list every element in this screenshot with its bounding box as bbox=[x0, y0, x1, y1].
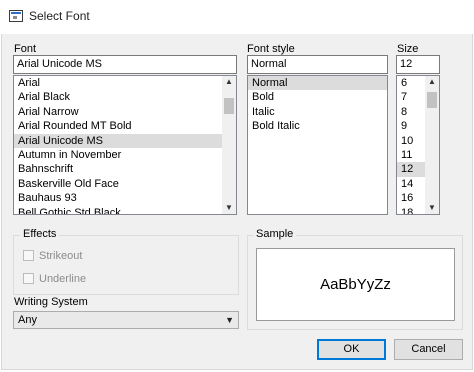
font-list-item[interactable]: Autumn in November bbox=[14, 148, 222, 162]
cancel-button[interactable]: Cancel bbox=[394, 339, 463, 360]
font-style-list[interactable]: Normal Bold Italic Bold Italic bbox=[247, 75, 388, 215]
size-list-item[interactable]: 14 bbox=[397, 177, 425, 191]
font-list-item[interactable]: Bauhaus 93 bbox=[14, 191, 222, 205]
writing-system-select[interactable]: Any ▼ bbox=[13, 311, 239, 329]
font-style-list-item[interactable]: Normal bbox=[248, 76, 387, 91]
font-list-item[interactable]: Bahnschrift bbox=[14, 162, 222, 176]
size-label: Size bbox=[397, 43, 419, 55]
strikeout-checkbox[interactable]: Strikeout bbox=[23, 249, 113, 263]
font-style-list-item[interactable]: Italic bbox=[248, 105, 387, 119]
font-style-label: Font style bbox=[247, 43, 295, 55]
scroll-up-arrow-icon[interactable]: ▲ bbox=[222, 76, 236, 88]
ok-button[interactable]: OK bbox=[317, 339, 386, 360]
size-list-item[interactable]: 7 bbox=[397, 90, 425, 104]
font-label: Font bbox=[14, 43, 37, 55]
size-list-item[interactable]: 6 bbox=[397, 76, 425, 90]
font-list-scrollbar[interactable]: ▲ ▼ bbox=[222, 76, 236, 214]
scroll-up-arrow-icon[interactable]: ▲ bbox=[425, 76, 439, 88]
underline-checkbox-box[interactable] bbox=[23, 273, 34, 284]
font-list[interactable]: Arial Arial Black Arial Narrow Arial Rounde… bbox=[13, 75, 237, 215]
underline-label: Underline bbox=[39, 273, 87, 285]
size-list-item[interactable]: 12 bbox=[397, 162, 425, 177]
size-list[interactable]: 6 7 8 9 10 11 12 14 16 18 ▲ ▼ bbox=[396, 75, 440, 215]
font-name-input[interactable]: Arial Unicode MS bbox=[13, 55, 237, 74]
size-list-item[interactable]: 9 bbox=[397, 119, 425, 133]
effects-title: Effects bbox=[20, 228, 60, 240]
title-bar: Select Font bbox=[0, 0, 474, 34]
font-list-item[interactable]: Arial Narrow bbox=[14, 105, 222, 119]
size-list-item[interactable]: 8 bbox=[397, 105, 425, 119]
dialog-body: Font Arial Unicode MS Arial Arial Black Ar… bbox=[1, 34, 473, 370]
size-list-item[interactable]: 18 bbox=[397, 206, 425, 214]
window-title: Select Font bbox=[29, 9, 90, 23]
sample-preview: AaBbYyZz bbox=[256, 248, 455, 321]
font-list-item[interactable]: Arial Unicode MS bbox=[14, 133, 222, 148]
font-dialog-icon bbox=[9, 10, 23, 22]
strikeout-checkbox-box[interactable] bbox=[23, 250, 34, 261]
size-list-item[interactable]: 16 bbox=[397, 191, 425, 205]
writing-system-value: Any bbox=[18, 314, 37, 326]
font-list-item[interactable]: Bell Gothic Std Black bbox=[14, 206, 222, 214]
font-style-list-item[interactable]: Bold bbox=[248, 90, 387, 104]
effects-group bbox=[13, 235, 239, 295]
chevron-down-icon[interactable]: ▼ bbox=[225, 312, 234, 328]
underline-checkbox[interactable]: Underline bbox=[23, 272, 113, 286]
strikeout-label: Strikeout bbox=[39, 250, 83, 262]
size-list-items: 6 7 8 9 10 11 12 14 16 18 bbox=[397, 76, 425, 214]
scroll-down-arrow-icon[interactable]: ▼ bbox=[222, 202, 236, 214]
font-list-item[interactable]: Arial Black bbox=[14, 90, 222, 104]
size-list-scrollbar[interactable]: ▲ ▼ bbox=[425, 76, 439, 214]
font-list-item[interactable]: Arial bbox=[14, 76, 222, 90]
font-style-input[interactable]: Normal bbox=[247, 55, 388, 74]
font-list-item[interactable]: Baskerville Old Face bbox=[14, 177, 222, 191]
scroll-down-arrow-icon[interactable]: ▼ bbox=[425, 202, 439, 214]
size-list-item[interactable]: 11 bbox=[397, 148, 425, 162]
scroll-thumb[interactable] bbox=[427, 92, 437, 108]
size-input[interactable]: 12 bbox=[396, 55, 440, 74]
font-style-list-items: Normal Bold Italic Bold Italic bbox=[248, 76, 387, 134]
size-list-item[interactable]: 10 bbox=[397, 134, 425, 148]
font-list-items: Arial Arial Black Arial Narrow Arial Rounde… bbox=[14, 76, 222, 214]
font-style-list-item[interactable]: Bold Italic bbox=[248, 119, 387, 133]
font-list-item[interactable]: Arial Rounded MT Bold bbox=[14, 119, 222, 133]
sample-title: Sample bbox=[253, 228, 297, 240]
scroll-thumb[interactable] bbox=[224, 98, 234, 114]
writing-system-label: Writing System bbox=[14, 296, 88, 308]
